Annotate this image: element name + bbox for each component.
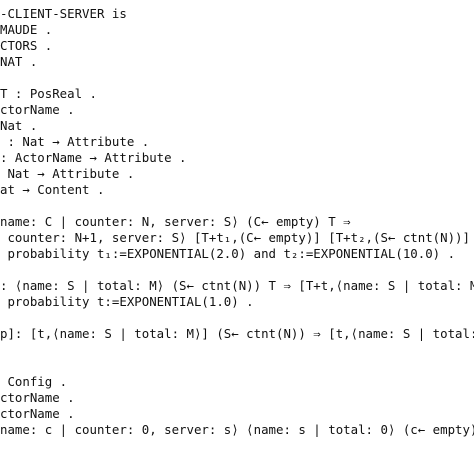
code-listing: -CLIENT-SERVER is MAUDE . CTORS . NAT . … <box>0 0 474 474</box>
code-line-18: : ⟨name: S | total: M⟩ (S← ctnt(N)) T ⇒ … <box>0 278 474 293</box>
code-line-19: probability t:=EXPONENTIAL(1.0) . <box>0 294 254 309</box>
code-line-10: : ActorName → Attribute . <box>0 150 187 165</box>
code-line-8: Nat . <box>0 118 38 133</box>
code-line-6: T : PosReal . <box>0 86 97 101</box>
code-line-1: -CLIENT-SERVER is <box>0 6 127 21</box>
code-line-3: CTORS . <box>0 38 53 53</box>
code-line-2: MAUDE . <box>0 22 53 37</box>
code-line-16: probability t₁:=EXPONENTIAL(2.0) and t₂:… <box>0 246 456 261</box>
code-line-9: : Nat → Attribute . <box>0 134 150 149</box>
code-line-26: name: c | counter: 0, server: s⟩ ⟨name: … <box>0 422 474 437</box>
code-line-21: p]: [t,⟨name: S | total: M⟩] (S← ctnt(N)… <box>0 326 474 341</box>
code-line-15: counter: N+1, server: S⟩ [T+t₁,(C← empty… <box>0 230 474 245</box>
code-line-23: Config . <box>0 374 68 389</box>
code-line-14: name: C | counter: N, server: S⟩ (C← emp… <box>0 214 351 229</box>
code-line-25: ctorName . <box>0 406 75 421</box>
code-line-24: ctorName . <box>0 390 75 405</box>
code-line-12: at → Content . <box>0 182 105 197</box>
code-line-11: Nat → Attribute . <box>0 166 135 181</box>
code-line-4: NAT . <box>0 54 38 69</box>
code-line-7: ctorName . <box>0 102 75 117</box>
